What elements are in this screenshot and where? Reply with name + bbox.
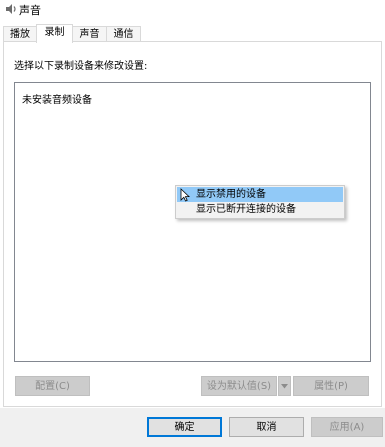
window-title: 声音: [19, 4, 41, 17]
menu-item-show-disabled[interactable]: 显示禁用的设备: [177, 187, 343, 202]
apply-button[interactable]: 应用(A): [311, 417, 383, 437]
tab-playback[interactable]: 播放: [3, 26, 37, 42]
device-list[interactable]: 未安装音频设备 显示禁用的设备 显示已断开连接的设备: [14, 82, 371, 362]
set-default-dropdown[interactable]: [278, 376, 291, 396]
title-bar: 声音: [0, 0, 385, 20]
menu-item-label: 显示已断开连接的设备: [196, 204, 296, 215]
tab-sounds[interactable]: 声音: [72, 26, 107, 42]
context-menu: 显示禁用的设备 显示已断开连接的设备: [175, 185, 345, 219]
tab-recording[interactable]: 录制: [36, 24, 73, 43]
chevron-down-icon: [281, 383, 288, 388]
sound-dialog: 声音 播放 录制 声音 通信 选择以下录制设备来修改设置: 未安装音频设备 显示…: [0, 0, 385, 447]
mouse-cursor-icon: [180, 188, 190, 202]
menu-item-label: 显示禁用的设备: [196, 189, 266, 200]
tab-strip: 播放 录制 声音 通信: [0, 24, 385, 43]
speaker-icon: [6, 4, 16, 14]
set-default-button[interactable]: 设为默认值(S): [201, 376, 277, 396]
tab-communications[interactable]: 通信: [106, 26, 141, 42]
menu-item-show-disconnected[interactable]: 显示已断开连接的设备: [177, 202, 343, 217]
properties-button[interactable]: 属性(P): [293, 376, 369, 396]
empty-list-text: 未安装音频设备: [22, 95, 92, 106]
cancel-button[interactable]: 取消: [229, 417, 304, 437]
recording-panel: 选择以下录制设备来修改设置: 未安装音频设备 显示禁用的设备 显示已断开连接的设…: [3, 41, 382, 407]
configure-button[interactable]: 配置(C): [15, 376, 90, 396]
ok-button[interactable]: 确定: [147, 417, 222, 437]
instruction-text: 选择以下录制设备来修改设置:: [14, 61, 148, 72]
dialog-button-bar: 确定 取消 应用(A): [0, 408, 385, 447]
